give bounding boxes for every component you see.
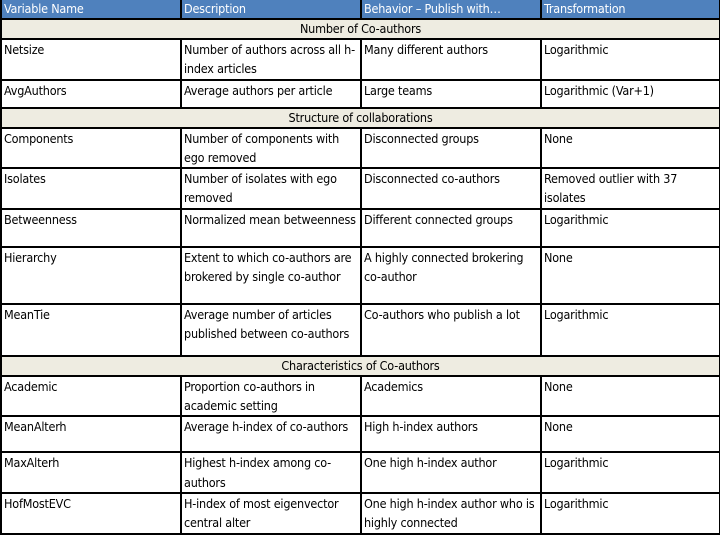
transformation: Logarithmic (Var+1) — [540, 78, 720, 109]
variable-name: Betweenness — [0, 207, 182, 248]
table-row: Hierarchy Extent to which co-authors are… — [0, 245, 720, 305]
behavior: Disconnected groups — [360, 126, 542, 170]
variable-name: Hierarchy — [0, 245, 182, 305]
variable-name: MaxAlterh — [0, 451, 182, 494]
table-row: Isolates Number of isolates with ego rem… — [0, 167, 720, 210]
transformation: None — [540, 245, 720, 305]
behavior: A highly connected brokering co-author — [360, 245, 542, 305]
behavior: One high h-index author — [360, 451, 542, 494]
variable-name: Academic — [0, 374, 182, 418]
behavior: Large teams — [360, 78, 542, 109]
table-row: AvgAuthors Average authors per article L… — [0, 78, 720, 109]
description: Average number of articles published bet… — [180, 302, 362, 357]
variable-name: MeanAlterh — [0, 415, 182, 454]
behavior: One high h-index author who is highly co… — [360, 491, 542, 535]
behavior: Disconnected co-authors — [360, 167, 542, 210]
behavior: Academics — [360, 374, 542, 418]
description: Normalized mean betweenness — [180, 207, 362, 248]
table-row: Academic Proportion co-authors in academ… — [0, 374, 720, 418]
variable-name: Components — [0, 126, 182, 170]
behavior: Many different authors — [360, 38, 542, 81]
transformation: Removed outlier with 37 isolates — [540, 167, 720, 210]
behavior: High h-index authors — [360, 415, 542, 454]
variable-name: Netsize — [0, 38, 182, 81]
description: H-index of most eigenvector central alte… — [180, 491, 362, 535]
section-row: Structure of collaborations — [0, 106, 720, 129]
description: Number of authors across all h-index art… — [180, 38, 362, 81]
behavior: Co-authors who publish a lot — [360, 302, 542, 357]
table-row: HofMostEVC H-index of most eigenvector c… — [0, 491, 720, 535]
description: Number of isolates with ego removed — [180, 167, 362, 210]
transformation: None — [540, 126, 720, 170]
variable-name: MeanTie — [0, 302, 182, 357]
transformation: Logarithmic — [540, 491, 720, 535]
section-row: Characteristics of Co-authors — [0, 354, 720, 377]
table-row: MeanAlterh Average h-index of co-authors… — [0, 415, 720, 454]
table-row: MaxAlterh Highest h-index among co-autho… — [0, 451, 720, 494]
table-row: Betweenness Normalized mean betweenness … — [0, 207, 720, 248]
header-row: Variable Name Description Behavior – Pub… — [0, 0, 720, 20]
transformation: Logarithmic — [540, 38, 720, 81]
variables-table: Variable Name Description Behavior – Pub… — [0, 0, 720, 535]
transformation: Logarithmic — [540, 207, 720, 248]
description: Number of components with ego removed — [180, 126, 362, 170]
transformation: Logarithmic — [540, 451, 720, 494]
section-row: Number of Co-authors — [0, 18, 720, 40]
section-title: Number of Co-authors — [0, 18, 720, 40]
description: Extent to which co-authors are brokered … — [180, 245, 362, 305]
header-description: Description — [180, 0, 362, 20]
section-title: Structure of collaborations — [0, 106, 720, 129]
description: Average h-index of co-authors — [180, 415, 362, 454]
table-row: MeanTie Average number of articles publi… — [0, 302, 720, 357]
table-row: Netsize Number of authors across all h-i… — [0, 38, 720, 81]
variable-name: HofMostEVC — [0, 491, 182, 535]
description: Average authors per article — [180, 78, 362, 109]
table-row: Components Number of components with ego… — [0, 126, 720, 170]
description: Highest h-index among co-authors — [180, 451, 362, 494]
header-variable-name: Variable Name — [0, 0, 182, 20]
transformation: None — [540, 415, 720, 454]
description: Proportion co-authors in academic settin… — [180, 374, 362, 418]
section-title: Characteristics of Co-authors — [0, 354, 720, 377]
header-transformation: Transformation — [540, 0, 720, 20]
variable-name: AvgAuthors — [0, 78, 182, 109]
behavior: Different connected groups — [360, 207, 542, 248]
transformation: Logarithmic — [540, 302, 720, 357]
variable-name: Isolates — [0, 167, 182, 210]
transformation: None — [540, 374, 720, 418]
header-behavior: Behavior – Publish with… — [360, 0, 542, 20]
